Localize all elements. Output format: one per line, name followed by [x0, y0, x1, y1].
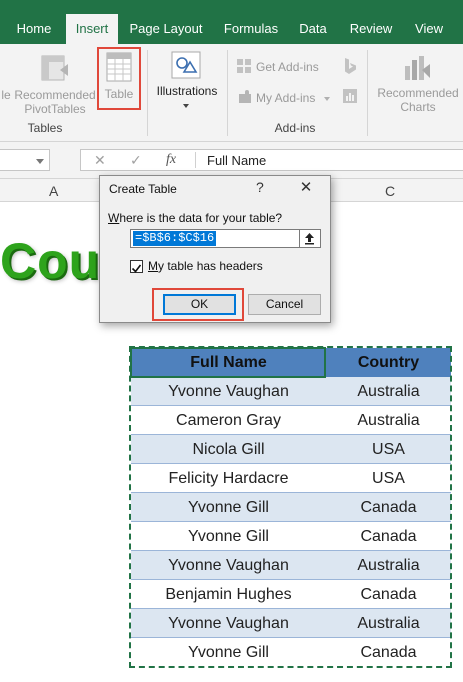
table-row[interactable]: Nicola Gill USA	[131, 435, 451, 464]
name-box[interactable]	[0, 149, 50, 171]
cancel-entry-icon[interactable]: ✕	[94, 152, 106, 169]
tab-insert[interactable]: Insert	[66, 14, 118, 44]
cell-full-name[interactable]: Yvonne Gill	[131, 638, 326, 667]
tab-formulas[interactable]: Formulas	[217, 14, 285, 44]
range-prompt-label: Where is the data for your table?	[108, 211, 282, 225]
ribbon-tab-bar: Home Insert Page Layout Formulas Data Re…	[0, 0, 463, 44]
recommended-charts-label-2: Charts	[400, 100, 436, 114]
cell-full-name[interactable]: Yvonne Gill	[131, 493, 326, 522]
recommended-pivottables-button[interactable]: Recommended PivotTables	[14, 88, 96, 116]
tables-group-label: Tables	[27, 121, 63, 135]
cell-full-name[interactable]: Yvonne Gill	[131, 522, 326, 551]
store-icon	[237, 59, 251, 73]
cell-full-name[interactable]: Yvonne Vaughan	[131, 377, 326, 406]
formula-bar-value[interactable]: Full Name	[207, 153, 266, 168]
table-row[interactable]: Cameron Gray Australia	[131, 406, 451, 435]
active-cell-cursor	[130, 347, 326, 378]
cell-country[interactable]: Canada	[326, 522, 451, 551]
cell-full-name[interactable]: Felicity Hardacre	[131, 464, 326, 493]
table-row[interactable]: Benjamin Hughes Canada	[131, 580, 451, 609]
tab-page-layout[interactable]: Page Layout	[127, 14, 205, 44]
recommended-charts-label-1: Recommended	[377, 86, 459, 100]
ribbon-separator	[367, 50, 368, 136]
table-button-highlight	[97, 47, 141, 110]
ribbon-separator	[227, 50, 228, 136]
ribbon-insert: le Recommended PivotTables Table Tables	[0, 44, 463, 142]
cell-full-name[interactable]: Benjamin Hughes	[131, 580, 326, 609]
formula-bar-row: ✕ ✓ fx Full Name	[0, 142, 463, 178]
formula-bar-divider	[195, 152, 196, 168]
collapse-dialog-button[interactable]	[300, 229, 321, 248]
column-header-a[interactable]: A	[49, 183, 58, 199]
tab-data[interactable]: Data	[293, 14, 333, 44]
range-prompt-accesskey: W	[108, 211, 120, 225]
cell-country[interactable]: Canada	[326, 638, 451, 667]
table-row[interactable]: Yvonne Gill Canada	[131, 522, 451, 551]
my-addins-dropdown-caret	[324, 97, 330, 101]
create-table-dialog: Create Table ? ✕ Where is the data for y…	[99, 175, 331, 323]
tab-home[interactable]: Home	[8, 14, 60, 44]
table-row[interactable]: Felicity Hardacre USA	[131, 464, 451, 493]
enter-entry-icon[interactable]: ✓	[130, 152, 142, 169]
range-prompt-text: here is the data for your table?	[119, 211, 283, 225]
cell-country[interactable]: USA	[326, 435, 451, 464]
cancel-button[interactable]: Cancel	[248, 294, 321, 315]
excel-window: Home Insert Page Layout Formulas Data Re…	[0, 0, 463, 682]
pivottable-partial-label[interactable]: le	[0, 88, 12, 102]
tab-review[interactable]: Review	[344, 14, 398, 44]
table-row[interactable]: Yvonne Gill Canada	[131, 493, 451, 522]
illustrations-dropdown-caret	[183, 104, 189, 108]
recommended-pivottables-label-1: Recommended	[14, 88, 96, 102]
my-addins-icon	[239, 90, 251, 103]
collapse-arrow-icon	[305, 233, 314, 245]
recommended-charts-button[interactable]: Recommended Charts	[372, 86, 463, 114]
table-row[interactable]: Yvonne Vaughan Australia	[131, 609, 451, 638]
cell-full-name[interactable]: Yvonne Vaughan	[131, 551, 326, 580]
ribbon-separator	[147, 50, 148, 136]
cell-country[interactable]: Australia	[326, 377, 451, 406]
formula-bar[interactable]: ✕ ✓ fx Full Name	[80, 149, 463, 171]
name-box-dropdown-icon[interactable]	[36, 159, 44, 164]
headers-checkbox-accesskey: M	[148, 259, 158, 273]
bing-icon[interactable]	[342, 57, 358, 75]
help-button[interactable]: ?	[256, 179, 264, 195]
recommended-pivottables-label-2: PivotTables	[24, 102, 86, 116]
range-input[interactable]: =$B$6:$C$16	[130, 229, 300, 248]
close-button[interactable]: ✕	[296, 179, 316, 197]
sheet-title-text: Cou	[0, 233, 101, 289]
cell-country[interactable]: Canada	[326, 493, 451, 522]
cell-full-name[interactable]: Yvonne Vaughan	[131, 609, 326, 638]
headers-checkbox[interactable]	[130, 260, 143, 273]
table-row[interactable]: Yvonne Gill Canada	[131, 638, 451, 667]
insert-function-icon[interactable]: fx	[166, 152, 176, 168]
headers-checkbox-label[interactable]: My table has headers	[148, 259, 263, 273]
recommended-charts-icon	[405, 56, 430, 80]
dialog-title: Create Table	[109, 182, 177, 196]
cell-country[interactable]: Australia	[326, 406, 451, 435]
people-graph-icon[interactable]	[342, 88, 358, 104]
header-country[interactable]: Country	[326, 348, 451, 377]
range-input-value[interactable]: =$B$6:$C$16	[133, 231, 217, 246]
cell-full-name[interactable]: Cameron Gray	[131, 406, 326, 435]
cell-full-name[interactable]: Nicola Gill	[131, 435, 326, 464]
addins-group-label: Add-ins	[274, 121, 316, 135]
checkmark-icon	[131, 264, 142, 273]
table-row[interactable]: Yvonne Vaughan Australia	[131, 551, 451, 580]
cell-country[interactable]: Australia	[326, 609, 451, 638]
column-header-c[interactable]: C	[385, 183, 395, 199]
cell-country[interactable]: USA	[326, 464, 451, 493]
ok-button-highlight	[152, 288, 244, 321]
cell-country[interactable]: Australia	[326, 551, 451, 580]
tab-view[interactable]: View	[408, 14, 450, 44]
illustrations-button[interactable]: Illustrations	[152, 84, 222, 98]
illustrations-icon	[171, 51, 201, 79]
table-row[interactable]: Yvonne Vaughan Australia	[131, 377, 451, 406]
recommended-pivottables-icon	[41, 55, 68, 81]
my-addins-button[interactable]: My Add-ins	[256, 91, 326, 105]
headers-checkbox-text: y table has headers	[158, 259, 263, 273]
cell-country[interactable]: Canada	[326, 580, 451, 609]
get-addins-button[interactable]: Get Add-ins	[256, 60, 326, 74]
